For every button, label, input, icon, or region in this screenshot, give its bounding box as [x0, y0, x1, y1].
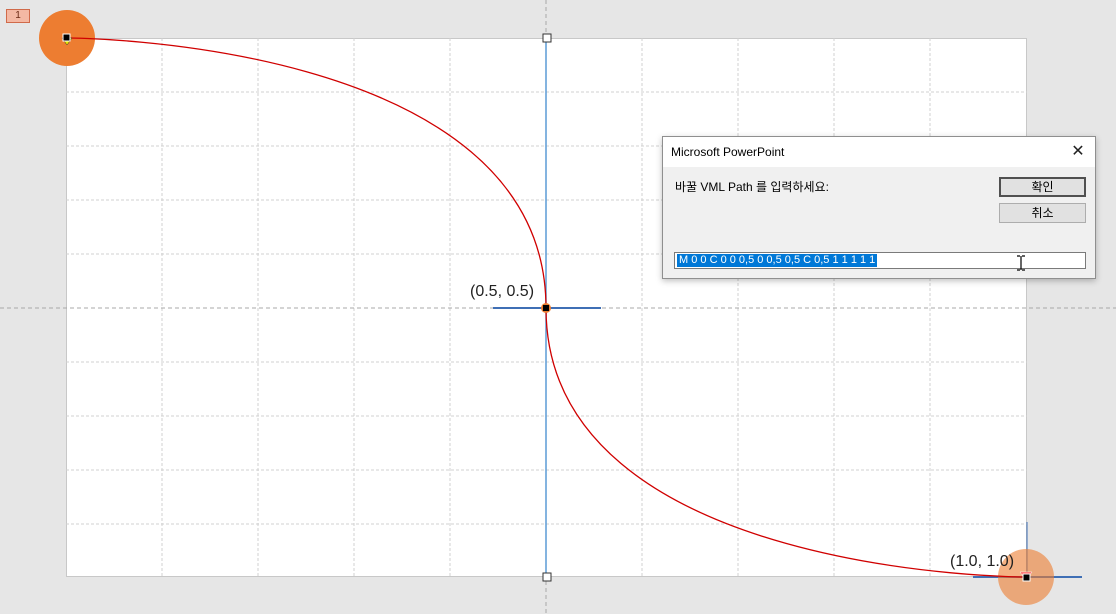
resize-handle-bottom[interactable] — [542, 572, 552, 582]
ok-button[interactable]: 확인 — [999, 177, 1086, 197]
slide-number-badge: 1 — [6, 9, 30, 23]
close-icon[interactable]: ✕ — [1067, 141, 1089, 163]
vml-path-input-value: M 0 0 C 0 0 0,5 0 0,5 0,5 C 0,5 1 1 1 1 … — [677, 254, 878, 267]
mid-point-handle[interactable] — [543, 305, 549, 311]
start-point-handle[interactable] — [62, 33, 71, 42]
end-point-handle[interactable] — [1022, 573, 1031, 582]
drawing-overlay — [0, 0, 1116, 614]
end-point-label: (1.0, 1.0) — [950, 553, 1015, 570]
dialog-title: Microsoft PowerPoint — [671, 145, 785, 159]
cancel-button[interactable]: 취소 — [999, 203, 1086, 223]
mid-point-label: (0.5, 0.5) — [470, 283, 535, 300]
resize-handle-top[interactable] — [542, 33, 552, 43]
dialog-prompt: 바꿀 VML Path 를 입력하세요: — [675, 180, 829, 194]
dialog-titlebar[interactable]: Microsoft PowerPoint ✕ — [663, 137, 1095, 167]
ibeam-cursor-icon — [1017, 255, 1025, 271]
vml-path-dialog: Microsoft PowerPoint ✕ 바꿀 VML Path 를 입력하… — [662, 136, 1096, 279]
